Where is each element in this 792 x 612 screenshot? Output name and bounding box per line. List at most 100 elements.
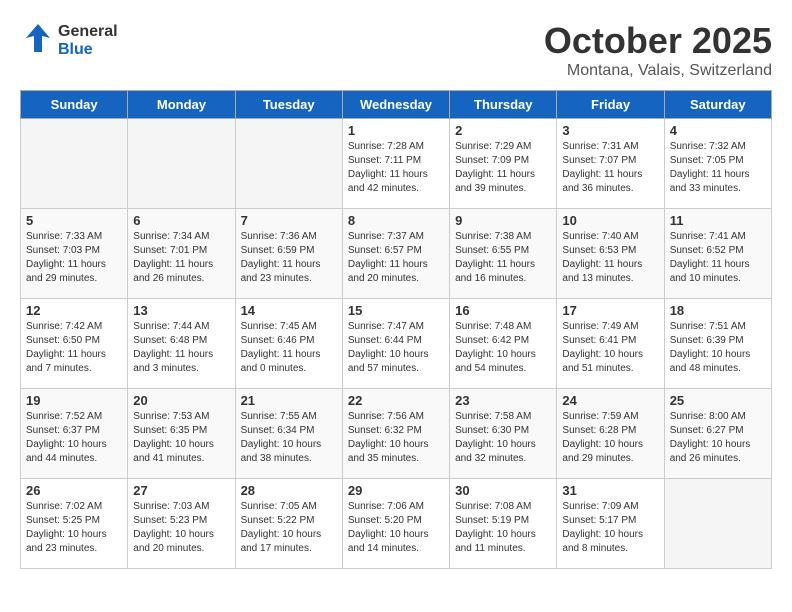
title-block: October 2025 Montana, Valais, Switzerlan…: [544, 20, 772, 80]
day-info: Sunrise: 7:06 AMSunset: 5:20 PMDaylight:…: [348, 500, 444, 556]
day-number: 1: [348, 123, 444, 138]
calendar-day-cell: [21, 119, 128, 209]
calendar-day-cell: 31 Sunrise: 7:09 AMSunset: 5:17 PMDayligh…: [557, 479, 664, 569]
day-info: Sunrise: 7:36 AMSunset: 6:59 PMDaylight:…: [241, 230, 337, 286]
day-info: Sunrise: 7:32 AMSunset: 7:05 PMDaylight:…: [670, 140, 766, 196]
day-info: Sunrise: 7:42 AMSunset: 6:50 PMDaylight:…: [26, 320, 122, 376]
day-number: 20: [133, 393, 229, 408]
calendar-day-cell: 15 Sunrise: 7:47 AMSunset: 6:44 PMDayligh…: [342, 299, 449, 389]
day-info: Sunrise: 7:03 AMSunset: 5:23 PMDaylight:…: [133, 500, 229, 556]
day-info: Sunrise: 7:44 AMSunset: 6:48 PMDaylight:…: [133, 320, 229, 376]
calendar-day-cell: 26 Sunrise: 7:02 AMSunset: 5:25 PMDayligh…: [21, 479, 128, 569]
day-number: 6: [133, 213, 229, 228]
calendar-day-cell: 11Sunrise: 7:41 AMSunset: 6:52 PMDayligh…: [664, 209, 771, 299]
calendar-day-cell: 16 Sunrise: 7:48 AMSunset: 6:42 PMDayligh…: [450, 299, 557, 389]
calendar-week-row: 19Sunrise: 7:52 AMSunset: 6:37 PMDayligh…: [21, 389, 772, 479]
calendar-day-cell: 24 Sunrise: 7:59 AMSunset: 6:28 PMDayligh…: [557, 389, 664, 479]
day-number: 10: [562, 213, 658, 228]
day-header-row: SundayMondayTuesdayWednesdayThursdayFrid…: [21, 91, 772, 119]
day-number: 18: [670, 303, 766, 318]
month-title: October 2025: [544, 20, 772, 62]
calendar-table: SundayMondayTuesdayWednesdayThursdayFrid…: [20, 90, 772, 569]
calendar-day-cell: 14 Sunrise: 7:45 AMSunset: 6:46 PMDayligh…: [235, 299, 342, 389]
calendar-week-row: 26 Sunrise: 7:02 AMSunset: 5:25 PMDayligh…: [21, 479, 772, 569]
day-number: 31: [562, 483, 658, 498]
day-number: 16: [455, 303, 551, 318]
day-info: Sunrise: 7:51 AMSunset: 6:39 PMDaylight:…: [670, 320, 766, 376]
calendar-day-cell: 3 Sunrise: 7:31 AMSunset: 7:07 PMDaylight…: [557, 119, 664, 209]
day-number: 26: [26, 483, 122, 498]
day-number: 14: [241, 303, 337, 318]
calendar-day-cell: 28Sunrise: 7:05 AMSunset: 5:22 PMDayligh…: [235, 479, 342, 569]
calendar-week-row: 1 Sunrise: 7:28 AMSunset: 7:11 PMDaylight…: [21, 119, 772, 209]
day-info: Sunrise: 7:48 AMSunset: 6:42 PMDaylight:…: [455, 320, 551, 376]
calendar-day-cell: 17 Sunrise: 7:49 AMSunset: 6:41 PMDayligh…: [557, 299, 664, 389]
calendar-day-cell: 25 Sunrise: 8:00 AMSunset: 6:27 PMDayligh…: [664, 389, 771, 479]
day-of-week-header: Thursday: [450, 91, 557, 119]
day-info: Sunrise: 7:47 AMSunset: 6:44 PMDaylight:…: [348, 320, 444, 376]
day-info: Sunrise: 7:56 AMSunset: 6:32 PMDaylight:…: [348, 410, 444, 466]
day-number: 25: [670, 393, 766, 408]
day-number: 7: [241, 213, 337, 228]
day-info: Sunrise: 7:45 AMSunset: 6:46 PMDaylight:…: [241, 320, 337, 376]
day-info: Sunrise: 7:41 AMSunset: 6:52 PMDaylight:…: [670, 230, 766, 286]
location-subtitle: Montana, Valais, Switzerland: [544, 62, 772, 80]
calendar-day-cell: 19Sunrise: 7:52 AMSunset: 6:37 PMDayligh…: [21, 389, 128, 479]
calendar-day-cell: 8Sunrise: 7:37 AMSunset: 6:57 PMDaylight…: [342, 209, 449, 299]
day-info: Sunrise: 7:08 AMSunset: 5:19 PMDaylight:…: [455, 500, 551, 556]
day-number: 4: [670, 123, 766, 138]
day-info: Sunrise: 7:49 AMSunset: 6:41 PMDaylight:…: [562, 320, 658, 376]
calendar-day-cell: 10 Sunrise: 7:40 AMSunset: 6:53 PMDayligh…: [557, 209, 664, 299]
day-info: Sunrise: 7:53 AMSunset: 6:35 PMDaylight:…: [133, 410, 229, 466]
logo-bird-icon: [20, 20, 56, 62]
day-of-week-header: Friday: [557, 91, 664, 119]
day-info: Sunrise: 7:09 AMSunset: 5:17 PMDaylight:…: [562, 500, 658, 556]
day-number: 29: [348, 483, 444, 498]
calendar-day-cell: 4 Sunrise: 7:32 AMSunset: 7:05 PMDaylight…: [664, 119, 771, 209]
day-info: Sunrise: 7:52 AMSunset: 6:37 PMDaylight:…: [26, 410, 122, 466]
day-number: 5: [26, 213, 122, 228]
day-number: 24: [562, 393, 658, 408]
day-info: Sunrise: 8:00 AMSunset: 6:27 PMDaylight:…: [670, 410, 766, 466]
calendar-day-cell: 6 Sunrise: 7:34 AMSunset: 7:01 PMDaylight…: [128, 209, 235, 299]
calendar-day-cell: [128, 119, 235, 209]
logo: General Blue: [20, 20, 118, 62]
page-header: General Blue October 2025 Montana, Valai…: [20, 20, 772, 80]
day-info: Sunrise: 7:40 AMSunset: 6:53 PMDaylight:…: [562, 230, 658, 286]
day-number: 21: [241, 393, 337, 408]
logo-blue-text: Blue: [58, 41, 118, 59]
day-number: 8: [348, 213, 444, 228]
calendar-day-cell: [235, 119, 342, 209]
calendar-day-cell: 2Sunrise: 7:29 AMSunset: 7:09 PMDaylight…: [450, 119, 557, 209]
day-info: Sunrise: 7:59 AMSunset: 6:28 PMDaylight:…: [562, 410, 658, 466]
day-info: Sunrise: 7:29 AMSunset: 7:09 PMDaylight:…: [455, 140, 551, 196]
calendar-day-cell: 23Sunrise: 7:58 AMSunset: 6:30 PMDayligh…: [450, 389, 557, 479]
calendar-day-cell: [664, 479, 771, 569]
day-of-week-header: Wednesday: [342, 91, 449, 119]
day-info: Sunrise: 7:05 AMSunset: 5:22 PMDaylight:…: [241, 500, 337, 556]
calendar-day-cell: 9Sunrise: 7:38 AMSunset: 6:55 PMDaylight…: [450, 209, 557, 299]
day-info: Sunrise: 7:31 AMSunset: 7:07 PMDaylight:…: [562, 140, 658, 196]
day-of-week-header: Monday: [128, 91, 235, 119]
calendar-week-row: 12 Sunrise: 7:42 AMSunset: 6:50 PMDayligh…: [21, 299, 772, 389]
calendar-day-cell: 29 Sunrise: 7:06 AMSunset: 5:20 PMDayligh…: [342, 479, 449, 569]
calendar-day-cell: 30 Sunrise: 7:08 AMSunset: 5:19 PMDayligh…: [450, 479, 557, 569]
calendar-day-cell: 5 Sunrise: 7:33 AMSunset: 7:03 PMDaylight…: [21, 209, 128, 299]
day-number: 12: [26, 303, 122, 318]
day-number: 3: [562, 123, 658, 138]
day-of-week-header: Tuesday: [235, 91, 342, 119]
day-info: Sunrise: 7:28 AMSunset: 7:11 PMDaylight:…: [348, 140, 444, 196]
day-info: Sunrise: 7:33 AMSunset: 7:03 PMDaylight:…: [26, 230, 122, 286]
calendar-week-row: 5 Sunrise: 7:33 AMSunset: 7:03 PMDaylight…: [21, 209, 772, 299]
calendar-day-cell: 7 Sunrise: 7:36 AMSunset: 6:59 PMDaylight…: [235, 209, 342, 299]
calendar-day-cell: 21 Sunrise: 7:55 AMSunset: 6:34 PMDayligh…: [235, 389, 342, 479]
day-info: Sunrise: 7:55 AMSunset: 6:34 PMDaylight:…: [241, 410, 337, 466]
day-info: Sunrise: 7:02 AMSunset: 5:25 PMDaylight:…: [26, 500, 122, 556]
calendar-day-cell: 20 Sunrise: 7:53 AMSunset: 6:35 PMDayligh…: [128, 389, 235, 479]
calendar-day-cell: 13Sunrise: 7:44 AMSunset: 6:48 PMDayligh…: [128, 299, 235, 389]
day-number: 17: [562, 303, 658, 318]
calendar-day-cell: 1 Sunrise: 7:28 AMSunset: 7:11 PMDaylight…: [342, 119, 449, 209]
day-number: 15: [348, 303, 444, 318]
day-number: 30: [455, 483, 551, 498]
day-info: Sunrise: 7:34 AMSunset: 7:01 PMDaylight:…: [133, 230, 229, 286]
